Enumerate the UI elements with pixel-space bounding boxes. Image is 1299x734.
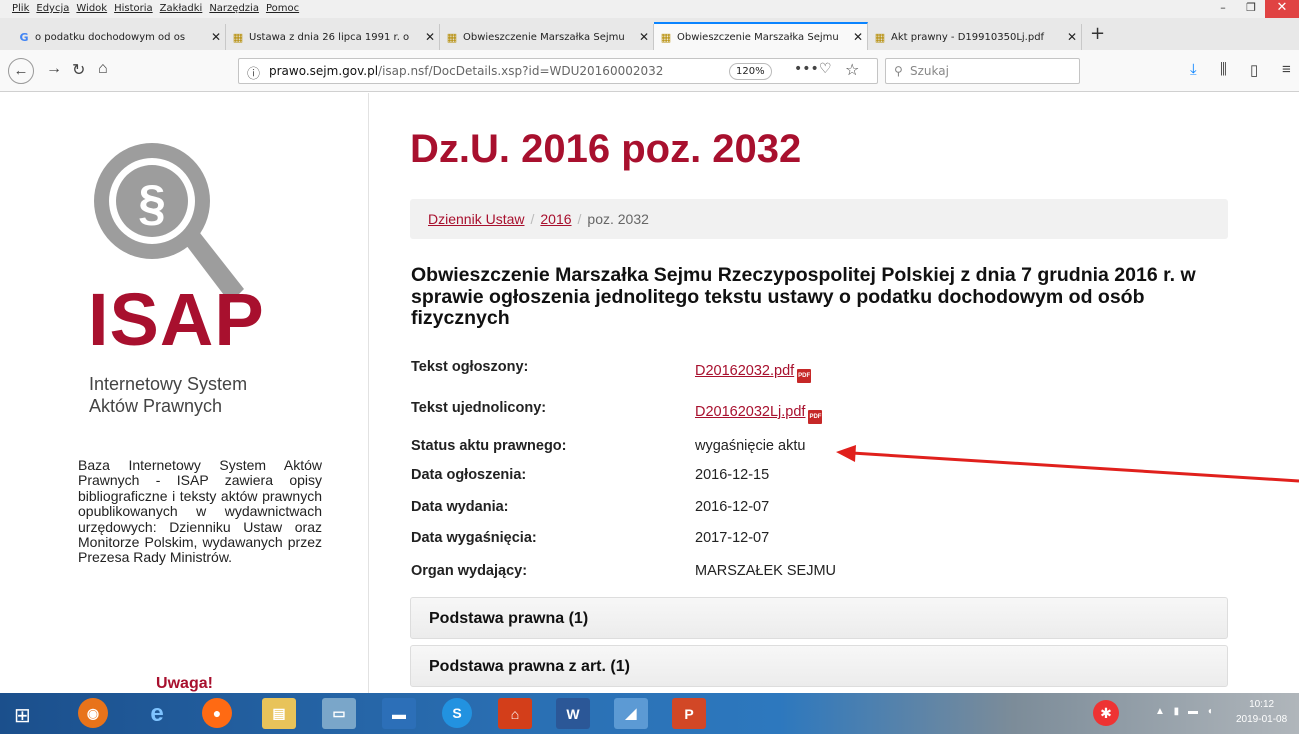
menu-widok[interactable]: Widok	[76, 3, 107, 14]
notes-app-icon[interactable]: ◢	[614, 698, 648, 729]
close-tab-icon[interactable]: ✕	[1063, 30, 1081, 44]
tab-title: Obwieszczenie Marszałka Sejmu	[677, 31, 839, 43]
tab-ustawa[interactable]: ▦ Ustawa z dnia 26 lipca 1991 r. o ✕	[226, 24, 440, 50]
alert-tray-icon[interactable]: ✱	[1093, 700, 1119, 726]
word-icon[interactable]: W	[556, 698, 590, 729]
close-tab-icon[interactable]: ✕	[421, 30, 439, 44]
internet-explorer-icon[interactable]: e	[140, 698, 174, 729]
search-icon: ⚲	[894, 64, 903, 78]
tab-obwieszczenie-1[interactable]: ▦ Obwieszczenie Marszałka Sejmu ✕	[440, 24, 654, 50]
sejm-icon: ▦	[660, 30, 672, 44]
sejm-icon: ▦	[232, 30, 244, 44]
close-window-icon[interactable]: ✕	[1265, 0, 1299, 18]
info-icon[interactable]: ⓘ	[247, 63, 260, 82]
web-page: § ISAP Internetowy System Aktów Prawnych…	[0, 93, 1299, 693]
menu-hamburger-icon[interactable]: ≡	[1282, 61, 1291, 78]
system-clock[interactable]: 10:12 2019-01-08	[1236, 697, 1287, 727]
menu-pomoc[interactable]: Pomoc	[266, 3, 299, 14]
tab-akt-prawny[interactable]: ▦ Akt prawny - D19910350Lj.pdf ✕	[868, 24, 1082, 50]
url-path: /isap.nsf/DocDetails.xsp?id=WDU201600020…	[378, 64, 664, 78]
file-explorer-icon[interactable]: ▤	[262, 698, 296, 729]
google-icon: G	[19, 30, 29, 44]
tab-title: Obwieszczenie Marszałka Sejmu	[463, 31, 625, 43]
new-tab-icon[interactable]: +	[1090, 23, 1105, 44]
powerpoint-icon[interactable]: P	[672, 698, 706, 729]
url-text[interactable]: prawo.sejm.gov.pl/isap.nsf/DocDetails.xs…	[269, 64, 663, 78]
windows-taskbar: ⊞ ◉ e ● ▤ ▭ ▬ S ⌂ W ◢ P ✱ ▲ ▮ ▬ ◖ 10:12 …	[0, 693, 1299, 734]
navigation-bar: ← → ↻ ⌂ ⓘ prawo.sejm.gov.pl/isap.nsf/Doc…	[0, 50, 1299, 92]
url-host: prawo.sejm.gov.pl	[269, 64, 379, 78]
menu-zakladki[interactable]: Zakładki	[160, 3, 203, 14]
more-actions-icon[interactable]: •••	[794, 61, 819, 77]
window-controls: – ❐ ✕	[1209, 0, 1299, 18]
home-icon[interactable]: ⌂	[98, 60, 108, 78]
reload-icon[interactable]: ↻	[72, 60, 85, 80]
pdf-app-icon[interactable]: ⌂	[498, 698, 532, 729]
tab-strip: G o podatku dochodowym od os ✕ ▦ Ustawa …	[0, 18, 1299, 50]
lenovo-icon[interactable]: ▬	[382, 698, 416, 729]
skype-icon[interactable]: S	[442, 698, 472, 728]
search-placeholder: Szukaj	[910, 64, 949, 78]
menu-historia[interactable]: Historia	[114, 3, 153, 14]
minimize-icon[interactable]: –	[1209, 0, 1237, 18]
close-tab-icon[interactable]: ✕	[207, 30, 225, 44]
annotation-arrow-icon	[836, 445, 1299, 483]
firefox-old-icon[interactable]: ◉	[78, 698, 108, 728]
system-tray-icons[interactable]: ▲ ▮ ▬ ◖	[1155, 706, 1216, 717]
window-app-icon[interactable]: ▭	[322, 698, 356, 729]
search-bar[interactable]: ⚲ Szukaj	[885, 58, 1080, 84]
tab-google-search[interactable]: G o podatku dochodowym od os ✕	[12, 24, 226, 50]
tab-title: o podatku dochodowym od os	[35, 31, 186, 43]
library-icon[interactable]: ⫼	[1220, 61, 1227, 78]
sejm-icon: ▦	[874, 30, 886, 44]
firefox-icon[interactable]: ●	[202, 698, 232, 728]
zoom-level[interactable]: 120%	[729, 63, 772, 80]
back-arrow-icon[interactable]: ←	[8, 58, 34, 84]
close-tab-icon[interactable]: ✕	[635, 30, 653, 44]
restore-icon[interactable]: ❐	[1237, 0, 1265, 18]
pocket-icon[interactable]: ♡	[819, 61, 832, 77]
menu-edycja[interactable]: Edycja	[36, 3, 69, 14]
address-bar[interactable]: ⓘ prawo.sejm.gov.pl/isap.nsf/DocDetails.…	[238, 58, 878, 84]
tab-title: Akt prawny - D19910350Lj.pdf	[891, 31, 1045, 43]
sidebar-icon[interactable]: ▯	[1250, 61, 1258, 79]
download-icon[interactable]: ⤓	[1190, 61, 1197, 78]
bookmark-star-icon[interactable]: ☆	[845, 60, 859, 79]
close-tab-icon[interactable]: ✕	[849, 30, 867, 44]
menu-narzedzia[interactable]: Narzędzia	[209, 3, 259, 14]
tab-obwieszczenie-active[interactable]: ▦ Obwieszczenie Marszałka Sejmu ✕	[654, 22, 868, 50]
forward-arrow-icon[interactable]: →	[46, 60, 62, 78]
clock-date: 2019-01-08	[1236, 714, 1288, 725]
menu-plik[interactable]: Plik	[12, 3, 29, 14]
menu-list: Plik Edycja Widok Historia Zakładki Narz…	[12, 3, 299, 14]
sejm-icon: ▦	[446, 30, 458, 44]
windows-start-icon[interactable]: ⊞	[14, 703, 31, 728]
clock-time: 10:12	[1249, 699, 1275, 710]
tab-title: Ustawa z dnia 26 lipca 1991 r. o	[249, 31, 410, 43]
menu-bar: Plik Edycja Widok Historia Zakładki Narz…	[0, 0, 1299, 18]
